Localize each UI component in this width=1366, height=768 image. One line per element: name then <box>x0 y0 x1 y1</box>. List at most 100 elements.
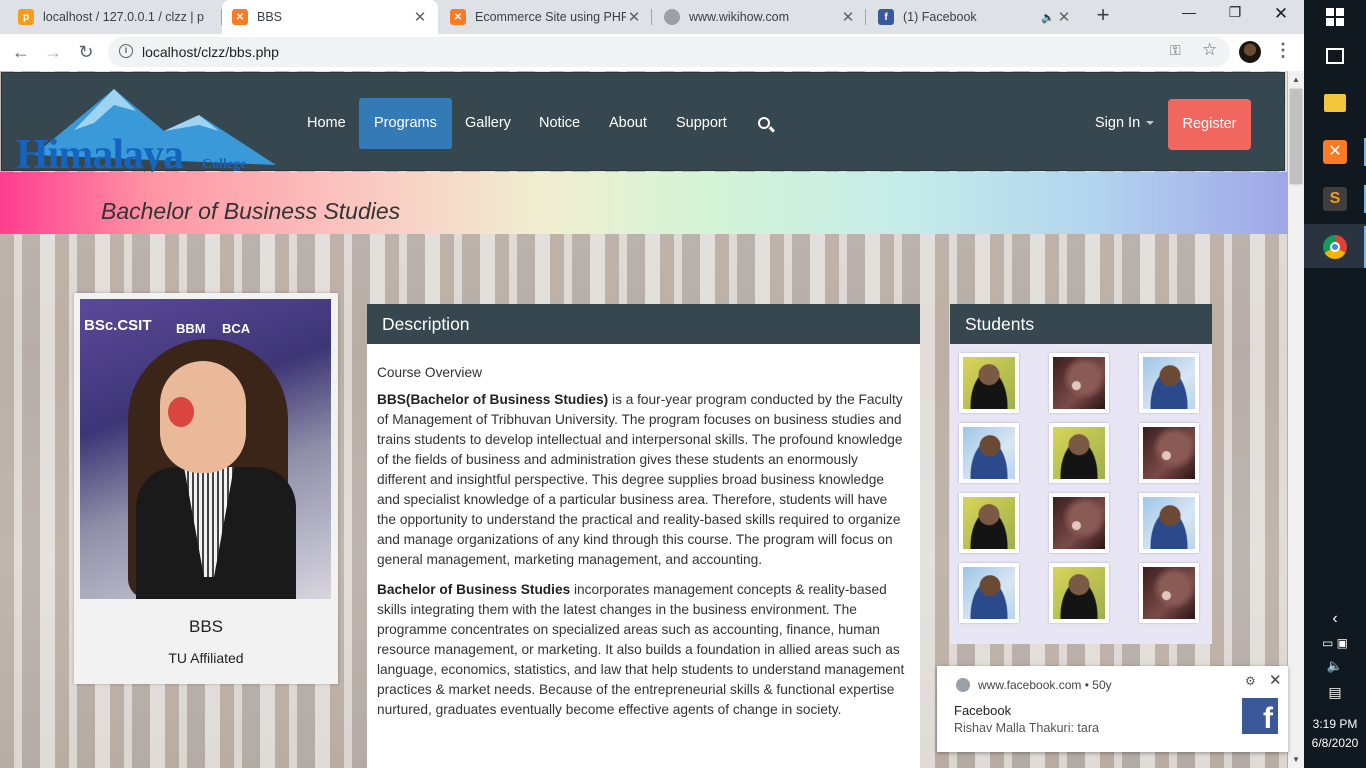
facebook-notification[interactable]: www.facebook.com • 50y ⚙ ✕ Facebook Rish… <box>937 666 1288 752</box>
description-panel: Description Course Overview BBS(Bachelor… <box>367 304 920 768</box>
page-scrollbar[interactable]: ▲ ▼ <box>1288 71 1304 768</box>
close-window-button[interactable]: ✕ <box>1258 4 1304 28</box>
student-thumbnail[interactable] <box>959 353 1019 413</box>
program-photo: BSc.CSIT BBM BCA <box>80 299 331 599</box>
student-photo <box>963 567 1015 619</box>
tab-title: BBS <box>257 10 283 24</box>
key-icon[interactable]: ⚿ <box>1170 42 1181 59</box>
chevron-left-icon[interactable]: ‹ <box>1304 610 1366 628</box>
page-viewport: Himalaya College Home Programs Gallery N… <box>0 71 1288 768</box>
close-icon[interactable]: ✕ <box>1269 671 1282 689</box>
nav-about[interactable]: About <box>594 98 662 149</box>
nav-support[interactable]: Support <box>661 98 742 149</box>
globe-icon <box>664 9 680 25</box>
logo-sub: College <box>202 157 247 172</box>
xampp-icon[interactable]: ✕ <box>1323 140 1347 164</box>
url-text[interactable]: localhost/clzz/bbs.php <box>142 44 279 60</box>
program-card-subtitle: TU Affiliated <box>168 650 244 666</box>
back-icon[interactable]: ← <box>10 41 32 63</box>
clock-time[interactable]: 3:19 PM <box>1304 717 1366 731</box>
student-thumbnail[interactable] <box>1139 563 1199 623</box>
close-tab-icon[interactable]: ✕ <box>412 8 428 26</box>
scroll-down-icon[interactable]: ▼ <box>1291 755 1301 764</box>
program-card-title: BBS <box>188 617 224 636</box>
description-paragraph-1: BBS(Bachelor of Business Studies) is a f… <box>377 392 903 567</box>
chrome-taskbar-icon[interactable] <box>1323 235 1347 259</box>
file-explorer-icon[interactable] <box>1324 94 1346 112</box>
student-thumbnail[interactable] <box>1049 423 1109 483</box>
address-bar[interactable]: i localhost/clzz/bbs.php ⚿ ☆ <box>108 37 1230 67</box>
student-photo <box>1143 497 1195 549</box>
page-title: Bachelor of Business Studies <box>101 198 401 224</box>
scrollbar-thumb[interactable] <box>1290 89 1302 184</box>
search-icon[interactable] <box>758 117 770 129</box>
student-photo <box>1053 567 1105 619</box>
student-thumbnail[interactable] <box>1049 493 1109 553</box>
speaker-icon[interactable]: 🔈 <box>1040 11 1056 24</box>
forward-icon[interactable]: → <box>42 41 64 63</box>
reload-icon[interactable]: ↻ <box>75 41 97 63</box>
student-photo <box>1053 497 1105 549</box>
windows-start-icon[interactable] <box>1326 8 1344 26</box>
student-thumbnail[interactable] <box>1139 493 1199 553</box>
close-tab-icon[interactable]: ✕ <box>1056 8 1072 26</box>
tab-wikihow[interactable]: www.wikihow.com ✕ <box>654 0 866 34</box>
new-tab-button[interactable]: + <box>1092 4 1114 27</box>
student-thumbnail[interactable] <box>1139 423 1199 483</box>
sign-in-dropdown[interactable]: Sign In <box>1095 98 1155 149</box>
network-icon[interactable]: ▭ ▣ <box>1304 636 1366 650</box>
register-button[interactable]: Register <box>1168 99 1251 150</box>
site-navbar: Himalaya College Home Programs Gallery N… <box>1 72 1285 178</box>
course-overview-label: Course Overview <box>377 365 482 380</box>
notification-age: 50y <box>1092 678 1112 692</box>
action-center-icon[interactable]: ▤ <box>1304 684 1366 701</box>
volume-icon[interactable]: 🔈 <box>1304 658 1366 674</box>
tab-phpmyadmin[interactable]: p localhost / 127.0.0.1 / clzz | p <box>8 0 222 34</box>
clock-date[interactable]: 6/8/2020 <box>1304 736 1366 750</box>
scroll-up-icon[interactable]: ▲ <box>1291 75 1301 84</box>
tab-bbs[interactable]: ✕ BBS ✕ <box>222 0 438 34</box>
students-panel: Students <box>950 304 1212 644</box>
student-photo <box>963 497 1015 549</box>
student-photo <box>1143 427 1195 479</box>
tab-ecommerce[interactable]: ✕ Ecommerce Site using PHP ✕ <box>440 0 652 34</box>
student-thumbnail[interactable] <box>959 563 1019 623</box>
tab-facebook[interactable]: f (1) Facebook 🔈 ✕ <box>868 0 1082 34</box>
student-thumbnail[interactable] <box>959 493 1019 553</box>
close-tab-icon[interactable]: ✕ <box>840 8 856 26</box>
student-thumbnail[interactable] <box>1049 563 1109 623</box>
minimize-button[interactable]: — <box>1166 4 1212 28</box>
tab-title: (1) Facebook <box>903 10 977 24</box>
facebook-logo-icon: f <box>1242 698 1278 735</box>
nav-notice[interactable]: Notice <box>524 98 595 149</box>
restore-button[interactable]: ❐ <box>1212 4 1258 28</box>
info-icon[interactable]: i <box>119 44 133 58</box>
student-thumbnail[interactable] <box>959 423 1019 483</box>
student-photo <box>963 357 1015 409</box>
student-photo <box>1053 357 1105 409</box>
description-heading: Description <box>367 304 920 344</box>
menu-kebab-icon[interactable]: ⋮ <box>1274 40 1292 61</box>
nav-home[interactable]: Home <box>292 98 361 149</box>
student-thumbnail[interactable] <box>1139 353 1199 413</box>
close-tab-icon[interactable]: ✕ <box>626 8 642 26</box>
tab-strip: p localhost / 127.0.0.1 / clzz | p ✕ BBS… <box>0 0 1304 34</box>
students-heading: Students <box>950 304 1212 344</box>
sublime-text-icon[interactable]: S <box>1323 187 1347 211</box>
nav-programs[interactable]: Programs <box>359 98 452 149</box>
student-photo <box>1143 357 1195 409</box>
nav-gallery[interactable]: Gallery <box>450 98 526 149</box>
browser-toolbar: ← → ↻ i localhost/clzz/bbs.php ⚿ ☆ ⋮ <box>0 34 1304 71</box>
student-thumbnail[interactable] <box>1049 353 1109 413</box>
bookmark-star-icon[interactable]: ☆ <box>1202 40 1217 60</box>
xampp-icon: ✕ <box>232 9 248 25</box>
college-logo[interactable]: Himalaya College <box>14 85 276 178</box>
tab-title: www.wikihow.com <box>689 10 790 24</box>
caret-down-icon <box>1146 121 1155 126</box>
student-photo <box>963 427 1015 479</box>
profile-avatar[interactable] <box>1239 41 1261 63</box>
description-paragraph-2: Bachelor of Business Studies incorporate… <box>377 582 905 717</box>
gear-icon[interactable]: ⚙ <box>1245 674 1256 688</box>
task-view-icon[interactable] <box>1326 48 1344 64</box>
tab-title: Ecommerce Site using PHP <box>475 10 626 24</box>
